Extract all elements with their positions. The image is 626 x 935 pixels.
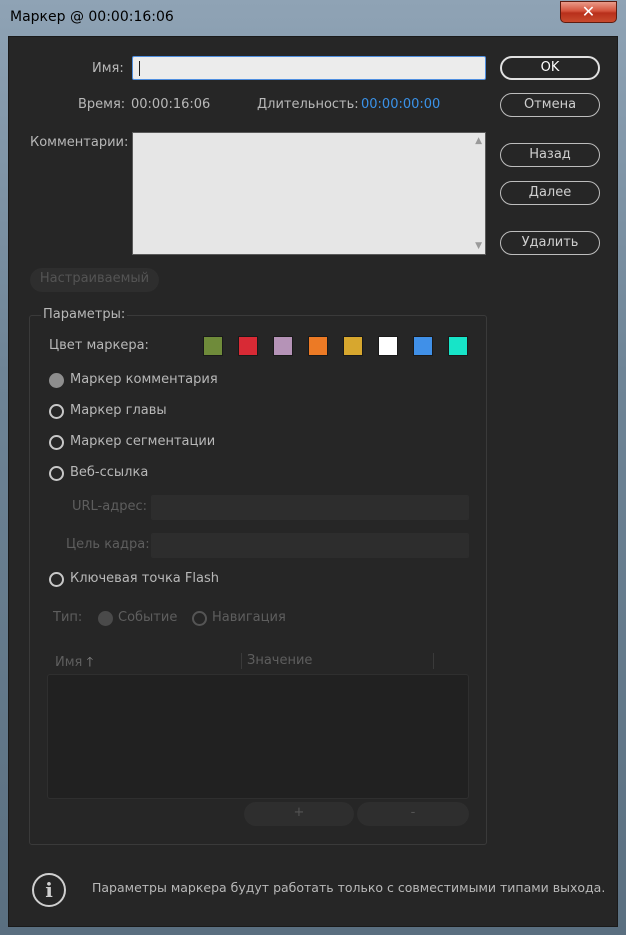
title-bar: Маркер @ 00:00:16:06 ✕ — [0, 0, 626, 36]
radio-segmentation-marker[interactable] — [49, 435, 64, 450]
time-value: 00:00:16:06 — [131, 97, 211, 112]
color-swatch-red[interactable] — [238, 336, 258, 356]
text-caret — [139, 61, 140, 76]
duration-label: Длительность: — [257, 97, 359, 112]
column-separator[interactable] — [433, 653, 434, 669]
column-separator[interactable] — [241, 653, 242, 669]
type-label: Тип: — [53, 610, 83, 625]
frame-target-label: Цель кадра: — [66, 537, 150, 552]
radio-chapter-marker[interactable] — [49, 404, 64, 419]
delete-button[interactable]: Удалить — [500, 231, 600, 255]
color-swatch-white[interactable] — [378, 336, 398, 356]
custom-button[interactable]: Настраиваемый — [30, 268, 159, 292]
radio-flash-cue-point-label[interactable]: Ключевая точка Flash — [70, 571, 219, 586]
window-title: Маркер @ 00:00:16:06 — [10, 9, 174, 25]
column-header-name[interactable]: Имя 🡑 — [55, 653, 93, 675]
color-swatch-orange[interactable] — [308, 336, 328, 356]
url-label: URL-адрес: — [72, 499, 147, 514]
time-label: Время: — [78, 97, 126, 112]
column-header-value[interactable]: Значение — [247, 653, 312, 668]
color-swatch-blue[interactable] — [413, 336, 433, 356]
marker-dialog: Маркер @ 00:00:16:06 ✕ Имя: Время: 00:00… — [0, 0, 626, 935]
arrow-up-icon: 🡑 — [86, 655, 94, 670]
radio-segmentation-marker-label[interactable]: Маркер сегментации — [70, 434, 215, 449]
add-row-button[interactable]: + — [244, 802, 354, 826]
close-icon: ✕ — [581, 2, 596, 21]
radio-comment-marker[interactable] — [49, 373, 64, 388]
radio-type-navigation-label[interactable]: Навигация — [212, 610, 286, 625]
name-label: Имя: — [92, 61, 124, 76]
frame-target-input[interactable] — [151, 533, 469, 558]
duration-value[interactable]: 00:00:00:00 — [361, 97, 440, 112]
ok-button[interactable]: OK — [500, 56, 600, 80]
radio-type-navigation[interactable] — [192, 611, 207, 626]
url-input[interactable] — [151, 495, 469, 520]
radio-comment-marker-label[interactable]: Маркер комментария — [70, 372, 218, 387]
scroll-up-icon[interactable]: ▲ — [475, 136, 482, 146]
scroll-down-icon[interactable]: ▼ — [475, 241, 482, 251]
radio-type-event[interactable] — [98, 611, 113, 626]
name-input[interactable] — [132, 56, 486, 80]
dialog-body: Имя: Время: 00:00:16:06 Длительность: 00… — [8, 36, 618, 927]
color-swatch-yellow[interactable] — [343, 336, 363, 356]
color-swatch-lavender[interactable] — [273, 336, 293, 356]
radio-chapter-marker-label[interactable]: Маркер главы — [70, 403, 167, 418]
close-button[interactable]: ✕ — [560, 1, 617, 23]
color-swatch-green[interactable] — [203, 336, 223, 356]
cue-point-table[interactable] — [47, 674, 469, 799]
marker-color-label: Цвет маркера: — [49, 338, 149, 353]
cancel-button[interactable]: Отмена — [500, 93, 600, 117]
radio-flash-cue-point[interactable] — [49, 572, 64, 587]
color-swatch-cyan[interactable] — [448, 336, 468, 356]
next-button[interactable]: Далее — [500, 181, 600, 205]
radio-web-link-label[interactable]: Веб-ссылка — [70, 465, 148, 480]
info-text: Параметры маркера будут работать только … — [92, 880, 606, 895]
comments-label: Комментарии: — [30, 135, 129, 150]
parameters-legend: Параметры: — [41, 307, 128, 322]
radio-web-link[interactable] — [49, 466, 64, 481]
comments-textarea[interactable]: ▲ ▼ — [132, 132, 486, 255]
info-icon: i — [32, 873, 66, 907]
column-header-name-label: Имя — [55, 655, 83, 670]
radio-type-event-label[interactable]: Событие — [118, 610, 177, 625]
remove-row-button[interactable]: - — [357, 802, 469, 826]
back-button[interactable]: Назад — [500, 143, 600, 167]
